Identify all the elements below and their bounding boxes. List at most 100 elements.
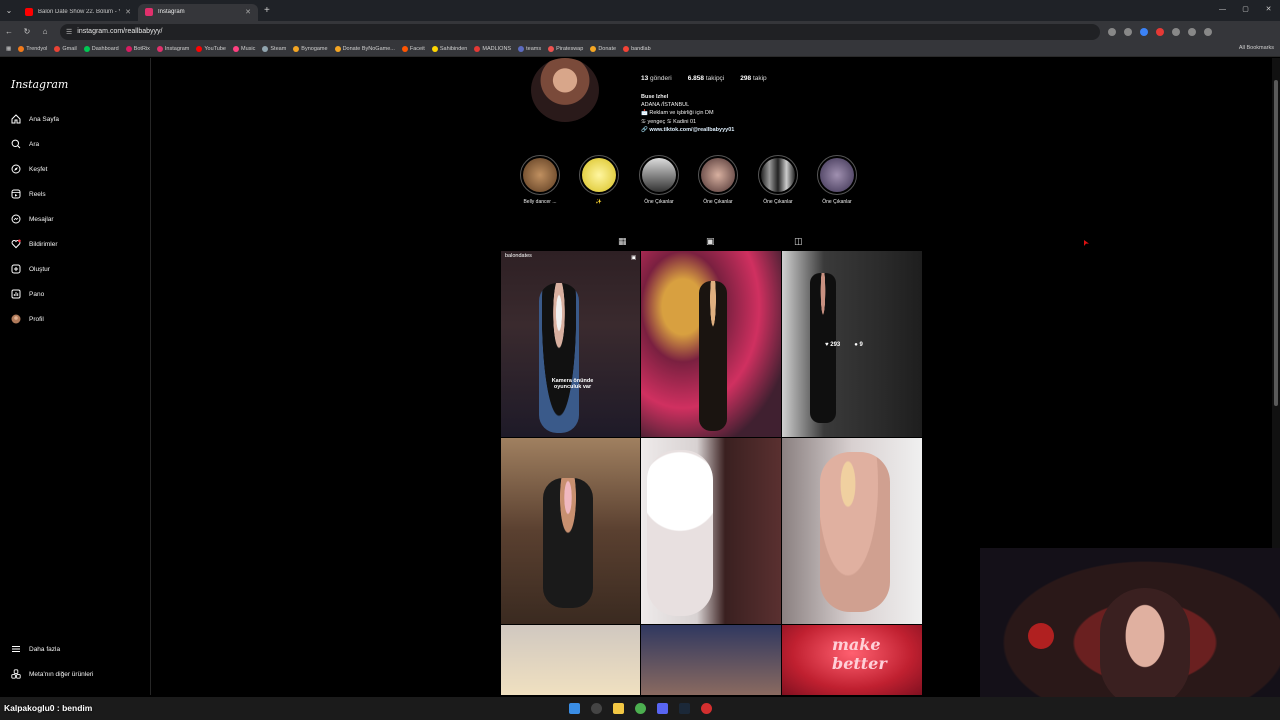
- bookmark-label: Instagram: [164, 46, 190, 52]
- bookmark-favicon-icon: [590, 46, 597, 52]
- following-stat[interactable]: 298 takip: [740, 75, 766, 82]
- tab-youtube[interactable]: Balon Date Show 22. Bölüm - Y ✕: [18, 4, 138, 21]
- story-highlight[interactable]: Öne Çıkanlar: [634, 155, 684, 205]
- windows-start-icon[interactable]: [568, 703, 580, 714]
- highlight-label: Öne Çıkanlar: [703, 199, 733, 205]
- all-bookmarks-button[interactable]: All Bookmarks: [1239, 45, 1274, 51]
- sidebar-item-search[interactable]: Ara: [11, 139, 39, 149]
- highlight-ring: [817, 155, 857, 195]
- sidebar-item-profile[interactable]: Profil: [11, 314, 44, 324]
- instagram-logo[interactable]: Instagram: [11, 78, 68, 91]
- bookmark-label: Donate: [598, 46, 617, 52]
- extension-icon[interactable]: [1140, 27, 1148, 36]
- tab-instagram[interactable]: Instagram ✕: [138, 3, 258, 21]
- folder-icon[interactable]: [612, 703, 624, 714]
- new-tab-button[interactable]: +: [258, 5, 276, 16]
- bookmark-item[interactable]: bandlab: [623, 46, 651, 52]
- menu-icon: [11, 644, 21, 654]
- bookmark-favicon-icon: [334, 46, 341, 52]
- close-window-icon[interactable]: ✕: [1257, 0, 1280, 21]
- bookmark-item[interactable]: Gmail: [54, 46, 77, 52]
- messenger-icon: [11, 214, 21, 224]
- home-icon[interactable]: ⌂: [36, 27, 54, 36]
- sidebar-item-notifications[interactable]: Bildirimler: [11, 239, 58, 249]
- reload-icon[interactable]: ↻: [18, 27, 36, 36]
- grid-icon[interactable]: ▦: [618, 236, 627, 247]
- bookmark-item[interactable]: Donate: [590, 46, 616, 52]
- profile-icon[interactable]: [1204, 27, 1212, 36]
- post-thumbnail[interactable]: [501, 625, 640, 695]
- steam-icon[interactable]: [678, 703, 690, 714]
- sidebar-item-label: Reels: [29, 190, 46, 198]
- back-icon[interactable]: ←: [0, 27, 18, 36]
- profile-avatar[interactable]: [531, 58, 599, 122]
- bookmark-favicon-icon: [18, 46, 25, 52]
- star-icon[interactable]: [1124, 27, 1132, 36]
- apps-icon[interactable]: ▦: [6, 46, 11, 52]
- post-thumbnail[interactable]: [641, 625, 781, 695]
- search-icon[interactable]: [590, 703, 602, 714]
- highlight-ring: [520, 155, 560, 195]
- bookmark-item[interactable]: Trendyol: [18, 46, 47, 52]
- puzzle-icon[interactable]: [1188, 27, 1196, 36]
- sidebar-item-explore[interactable]: Keşfet: [11, 164, 47, 174]
- bookmark-item[interactable]: Dashboard: [83, 46, 119, 52]
- bookmark-item[interactable]: Sahibinden: [431, 46, 467, 52]
- bookmark-item[interactable]: Instagram: [156, 46, 190, 52]
- close-icon[interactable]: ✕: [245, 8, 251, 16]
- scrollbar-thumb[interactable]: [1274, 80, 1278, 406]
- chrome-icon[interactable]: [634, 703, 646, 714]
- sidebar-item-reels[interactable]: Reels: [11, 189, 46, 199]
- sidebar-item-create[interactable]: Oluştur: [11, 264, 50, 274]
- bookmark-item[interactable]: Bynogame: [293, 46, 328, 52]
- post-thumbnail[interactable]: make better: [782, 625, 922, 695]
- highlight-ring: [639, 155, 679, 195]
- bookmark-item[interactable]: BotRix: [125, 46, 150, 52]
- extension-icon[interactable]: [1156, 27, 1164, 36]
- bookmark-item[interactable]: Music: [233, 46, 255, 52]
- site-info-icon[interactable]: ☰: [66, 28, 72, 36]
- instagram-sidebar: Instagram Ana Sayfa Ara Keşfet Reels Mes…: [0, 58, 151, 695]
- bookmark-item[interactable]: Pirateswap: [548, 46, 583, 52]
- post-thumbnail[interactable]: balondates ▣ Kamera önünde oyunculuk var: [501, 251, 640, 437]
- story-highlight[interactable]: Öne Çıkanlar: [753, 155, 803, 205]
- sidebar-item-meta[interactable]: Meta'nın diğer ürünleri: [11, 669, 93, 679]
- bookmark-item[interactable]: Faceit: [401, 46, 425, 52]
- story-highlight[interactable]: Öne Çıkanlar: [693, 155, 743, 205]
- sidebar-item-dashboard[interactable]: Pano: [11, 289, 44, 299]
- maximize-icon[interactable]: ▢: [1234, 0, 1257, 21]
- bio-link[interactable]: www.tiktok.com/@reallbabyyy01: [649, 127, 734, 133]
- tab-list-icon[interactable]: ⌄: [0, 6, 18, 15]
- sidebar-item-home[interactable]: Ana Sayfa: [11, 114, 59, 124]
- bookmark-favicon-icon: [54, 46, 61, 52]
- reels-icon[interactable]: ▣: [706, 236, 715, 247]
- close-icon[interactable]: ✕: [125, 8, 131, 16]
- discord-icon[interactable]: [656, 703, 668, 714]
- post-thumbnail[interactable]: [501, 438, 640, 624]
- post-thumbnail[interactable]: [782, 438, 922, 624]
- post-hover-counts: ♥ 293 ● 9: [825, 342, 863, 348]
- sidebar-item-more[interactable]: Daha fazla: [11, 644, 60, 654]
- extension-icon[interactable]: [1172, 27, 1180, 36]
- likes-value: 293: [830, 342, 841, 348]
- story-highlight[interactable]: Belly dancer ...: [515, 155, 565, 205]
- bookmark-item[interactable]: Donate ByNoGame...: [334, 46, 395, 52]
- url-text: instagram.com/reallbabyyy/: [77, 28, 163, 35]
- post-thumbnail[interactable]: [641, 251, 781, 437]
- app-icon[interactable]: [700, 703, 712, 714]
- post-thumbnail[interactable]: [641, 438, 781, 624]
- tagged-icon[interactable]: ◫: [794, 236, 803, 247]
- url-field[interactable]: ☰ instagram.com/reallbabyyy/: [60, 23, 1100, 40]
- minimize-icon[interactable]: —: [1211, 0, 1234, 21]
- bookmark-item[interactable]: MADLIONS: [474, 46, 511, 52]
- sidebar-item-messages[interactable]: Mesajlar: [11, 214, 54, 224]
- bookmark-label: MADLIONS: [482, 46, 512, 52]
- post-thumbnail[interactable]: ♥ 293 ● 9: [782, 251, 922, 437]
- story-highlight[interactable]: Öne Çıkanlar: [812, 155, 862, 205]
- bookmark-item[interactable]: teams: [518, 46, 541, 52]
- followers-stat[interactable]: 6.858 takipçi: [688, 75, 725, 82]
- cast-icon[interactable]: [1108, 27, 1116, 36]
- bookmark-item[interactable]: Steam: [262, 46, 286, 52]
- bookmark-item[interactable]: YouTube: [196, 46, 226, 52]
- story-highlight[interactable]: ✨: [574, 155, 624, 205]
